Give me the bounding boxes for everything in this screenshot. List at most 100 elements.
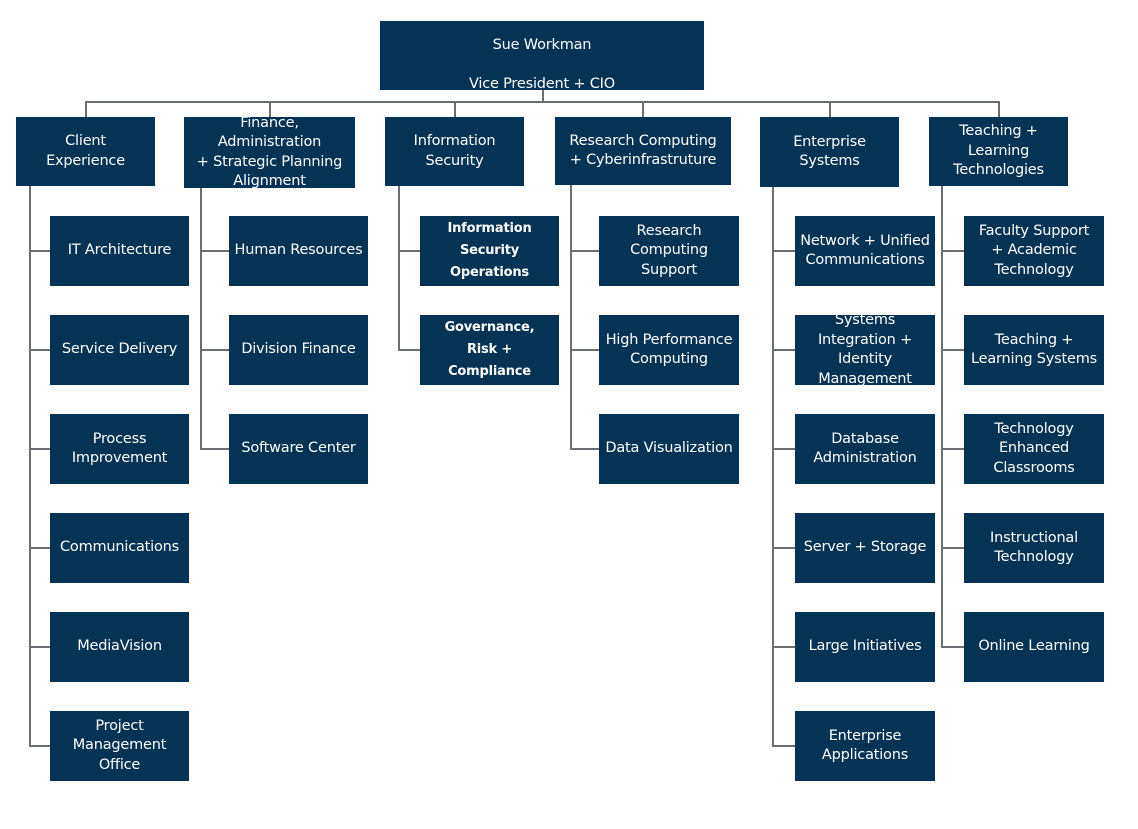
root-node-vp-cio: Sue Workman Vice President + CIO xyxy=(380,21,704,92)
division-4-node: Research Computing + Cyberinfrastruture xyxy=(555,117,731,185)
division-5-unit-3-node: Database Administration xyxy=(795,414,935,484)
division-1-unit-4-node: Communications xyxy=(50,513,189,583)
division-6-connector xyxy=(997,102,1000,117)
division-5-node: Enterprise Systems xyxy=(760,117,899,187)
division-3-unit-2-node: Governance, Risk + Compliance xyxy=(420,315,559,385)
division-5-unit-3-node-label: Database Administration xyxy=(813,430,917,467)
division-5-unit-2-connector xyxy=(772,349,795,351)
division-2-unit-2-connector xyxy=(200,349,229,351)
division-1-unit-5-connector xyxy=(29,646,50,648)
division-6-trunk-line xyxy=(941,186,943,648)
division-1-unit-5-node: MediaVision xyxy=(50,612,189,682)
division-3-unit-1-node: Information Security Operations xyxy=(420,216,559,286)
division-5-unit-5-node: Large Initiatives xyxy=(795,612,935,682)
org-chart: Client Experience IT Architecture Service … xyxy=(0,0,1138,829)
division-2-node-label: Finance, Administration + Strategic Plan… xyxy=(196,114,343,190)
division-4-unit-2-node: High Performance Computing xyxy=(599,315,739,385)
division-6-unit-4-node-label: Instructional Technology xyxy=(990,529,1078,566)
root-name: Sue Workman xyxy=(492,37,592,53)
division-6-unit-5-connector xyxy=(941,646,964,648)
division-5-unit-2-node: Systems Integration + Identity Managemen… xyxy=(795,312,935,387)
division-3-node-label: Information Security xyxy=(413,133,496,169)
division-5-unit-4-node-label: Server + Storage xyxy=(803,539,927,556)
division-4-unit-3-connector xyxy=(570,448,599,450)
division-1-node: Client Experience xyxy=(16,117,155,186)
division-5-unit-1-node: Network + Unified Communications xyxy=(795,216,935,286)
division-4-trunk-line xyxy=(570,185,572,450)
division-6-unit-5-node: Online Learning xyxy=(964,612,1104,682)
division-6-unit-5-node-label: Online Learning xyxy=(978,638,1090,655)
division-4-connector xyxy=(642,102,644,117)
division-1-node-label: Client Experience xyxy=(46,133,125,169)
division-1-unit-4-connector xyxy=(29,547,50,549)
division-5-unit-4-connector xyxy=(772,547,795,549)
division-5-unit-5-connector xyxy=(772,646,795,648)
division-1-unit-2-node: Service Delivery xyxy=(50,315,189,385)
division-5-unit-5-node-label: Large Initiatives xyxy=(808,638,922,655)
division-6-unit-3-node-label: Technology Enhanced Classrooms xyxy=(993,420,1075,476)
division-6-unit-1-connector xyxy=(941,250,964,252)
division-1-unit-3-node-label: Process Improvement xyxy=(71,430,168,467)
division-1-connector xyxy=(84,102,87,117)
division-5-unit-3-connector xyxy=(772,448,795,450)
division-3-unit-2-connector xyxy=(398,349,420,351)
division-3-unit-1-connector xyxy=(398,250,420,252)
division-2-unit-3-connector xyxy=(200,448,229,450)
division-5-connector xyxy=(828,102,831,117)
division-5-trunk-line xyxy=(772,187,774,747)
division-6-unit-3-node: Technology Enhanced Classrooms xyxy=(964,414,1104,484)
division-5-node-label: Enterprise Systems xyxy=(793,133,866,170)
division-5-unit-2-node-label: Systems Integration + Identity Managemen… xyxy=(817,312,913,387)
division-5-unit-4-node: Server + Storage xyxy=(795,513,935,583)
division-5-unit-6-node-label: Enterprise Applications xyxy=(821,727,909,764)
division-1-unit-2-connector xyxy=(29,349,50,351)
division-5-unit-6-node: Enterprise Applications xyxy=(795,711,935,781)
division-3-connector xyxy=(453,102,456,117)
division-2-unit-2-node-label: Division Finance xyxy=(241,341,356,358)
division-4-unit-3-node: Data Visualization xyxy=(599,414,739,484)
division-1-trunk-line xyxy=(29,186,31,747)
division-4-unit-1-node-label: Research Computing Support xyxy=(630,222,708,278)
division-2-unit-1-node: Human Resources xyxy=(229,216,368,286)
division-2-unit-3-node-label: Software Center xyxy=(241,440,356,457)
division-1-unit-1-connector xyxy=(29,250,50,252)
division-2-unit-1-node-label: Human Resources xyxy=(234,242,363,259)
division-6-unit-4-node: Instructional Technology xyxy=(964,513,1104,583)
division-3-unit-2-node-label: Governance, Risk + Compliance xyxy=(444,320,535,379)
division-1-unit-6-node-label: Project Management Office xyxy=(72,717,167,773)
division-6-unit-2-connector xyxy=(941,349,964,351)
division-2-unit-1-connector xyxy=(200,250,229,252)
division-3-unit-1-node-label: Information Security Operations xyxy=(447,221,532,280)
division-1-unit-5-node-label: MediaVision xyxy=(77,638,162,655)
division-2-unit-2-node: Division Finance xyxy=(229,315,368,385)
division-2-unit-3-node: Software Center xyxy=(229,414,368,484)
division-6-node-label: Teaching + Learning Technologies xyxy=(953,123,1044,179)
division-3-trunk-line xyxy=(398,186,400,351)
division-1-unit-6-connector xyxy=(29,745,50,747)
division-2-node: Finance, Administration + Strategic Plan… xyxy=(184,115,355,189)
division-3-node: Information Security xyxy=(385,117,524,186)
division-5-unit-1-connector xyxy=(772,250,795,252)
division-6-unit-3-connector xyxy=(941,448,964,450)
division-1-unit-4-node-label: Communications xyxy=(59,539,180,556)
division-bus-line xyxy=(84,101,1000,103)
division-6-unit-2-node: Teaching + Learning Systems xyxy=(964,315,1104,385)
division-1-unit-6-node: Project Management Office xyxy=(50,711,189,781)
division-5-unit-1-node-label: Network + Unified Communications xyxy=(800,232,930,269)
division-4-unit-1-connector xyxy=(570,250,599,252)
division-6-unit-1-node-label: Faculty Support + Academic Technology xyxy=(978,222,1090,278)
root-title: Vice President + CIO xyxy=(469,76,615,92)
division-2-trunk-line xyxy=(200,188,202,450)
division-4-unit-2-node-label: High Performance Computing xyxy=(605,331,733,368)
division-6-unit-2-node-label: Teaching + Learning Systems xyxy=(971,331,1097,368)
division-1-unit-1-node: IT Architecture xyxy=(50,216,189,286)
division-4-unit-2-connector xyxy=(570,349,599,351)
division-6-unit-4-connector xyxy=(941,547,964,549)
division-5-unit-6-connector xyxy=(772,745,795,747)
division-1-unit-3-node: Process Improvement xyxy=(50,414,189,484)
division-1-unit-2-node-label: Service Delivery xyxy=(61,341,178,358)
division-4-node-label: Research Computing + Cyberinfrastruture xyxy=(569,132,717,169)
division-1-unit-3-connector xyxy=(29,448,50,450)
division-6-node: Teaching + Learning Technologies xyxy=(929,117,1068,186)
division-4-unit-1-node: Research Computing Support xyxy=(599,216,739,286)
